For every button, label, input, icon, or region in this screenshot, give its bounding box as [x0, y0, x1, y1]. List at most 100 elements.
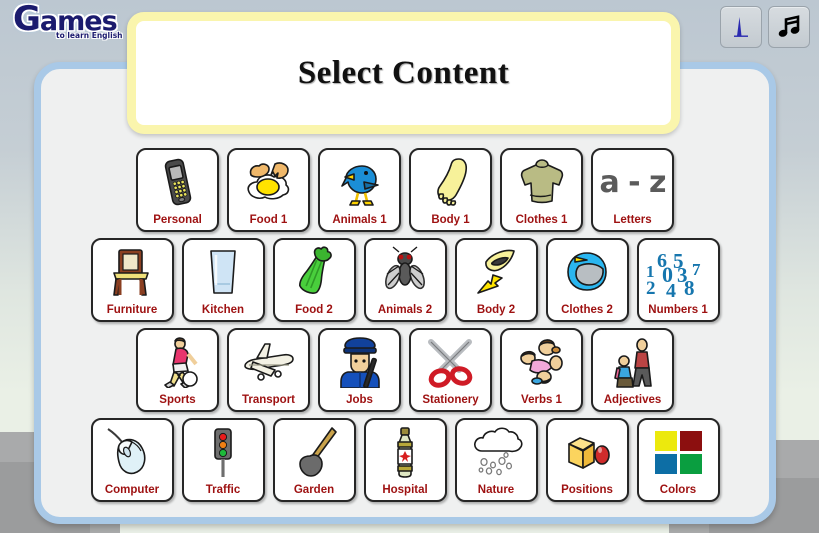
- tile-label: Body 1: [431, 214, 470, 226]
- tile-label: Transport: [241, 394, 296, 406]
- color-swatch: [679, 453, 702, 474]
- tile-label: Stationery: [422, 394, 479, 406]
- soccer-player-icon: [163, 337, 198, 388]
- chair-icon: [113, 249, 149, 296]
- medicine-bottle-icon: [397, 427, 413, 478]
- category-tile-adjectives[interactable]: Adjectives: [591, 328, 674, 412]
- category-tile-jobs[interactable]: Jobs: [318, 328, 401, 412]
- category-tile-colors[interactable]: Colors: [636, 418, 720, 502]
- category-tile-hospital[interactable]: Hospital: [363, 418, 447, 502]
- title-banner: Select Content: [127, 12, 680, 134]
- category-row: Sports Transport Jobs Stationery Verbs 1 Adje…: [136, 328, 674, 412]
- category-tile-stationery[interactable]: Stationery: [409, 328, 492, 412]
- tile-label: Traffic: [205, 484, 241, 496]
- tile-label: Body 2: [476, 304, 516, 316]
- tile-label: Food 1: [249, 214, 288, 226]
- digit-glyph: 2: [646, 278, 656, 299]
- category-tile-food-1[interactable]: Food 1: [227, 148, 310, 232]
- music-note-icon: [778, 15, 800, 37]
- category-tile-nature[interactable]: Nature: [454, 418, 538, 502]
- category-tile-body-2[interactable]: Body 2: [454, 238, 538, 322]
- category-tile-animals-1[interactable]: Animals 1: [318, 148, 401, 232]
- category-tile-traffic[interactable]: Traffic: [181, 418, 265, 502]
- tile-label: Verbs 1: [521, 394, 562, 406]
- category-tile-clothes-1[interactable]: Clothes 1: [500, 148, 583, 232]
- tile-artwork: [502, 330, 581, 394]
- tile-label: Kitchen: [201, 304, 245, 316]
- color-swatch: [654, 453, 677, 474]
- two-people-icon: [613, 338, 652, 388]
- category-tile-garden[interactable]: Garden: [272, 418, 356, 502]
- mobile-phone-icon: [164, 158, 191, 206]
- policeman-icon: [339, 337, 380, 388]
- category-row: Furniture Kitchen Food 2 Animals 2 Body 2 Clo…: [90, 238, 720, 322]
- tile-label: Clothes 1: [515, 214, 568, 226]
- drinking-glass-icon: [210, 250, 236, 294]
- tile-label: Garden: [293, 484, 335, 496]
- tile-label: Positions: [561, 484, 613, 496]
- category-tile-positions[interactable]: Positions: [545, 418, 629, 502]
- fried-egg-icon: [246, 162, 289, 200]
- tile-label: Jobs: [346, 394, 373, 406]
- tile-artwork: [229, 330, 308, 394]
- tile-label: Numbers 1: [648, 304, 708, 316]
- category-tile-kitchen[interactable]: Kitchen: [181, 238, 265, 322]
- tile-artwork: [320, 330, 399, 394]
- fly-insect-icon: [385, 246, 425, 290]
- category-tile-sports[interactable]: Sports: [136, 328, 219, 412]
- tile-label: Nature: [477, 484, 515, 496]
- cube-sphere-icon: [568, 437, 610, 469]
- computer-mouse-icon: [107, 428, 146, 475]
- tile-label: Food 2: [295, 304, 333, 316]
- page-title: Select Content: [297, 54, 510, 91]
- a-z-text-icon: a - z: [599, 164, 666, 200]
- scissors-icon: [427, 339, 472, 388]
- spade-icon: [299, 427, 337, 477]
- traffic-light-icon: [214, 428, 232, 477]
- category-tile-numbers-1[interactable]: 1 6 5 7 2 0 3 4 8 Numbers 1: [636, 238, 720, 322]
- tile-artwork: [138, 330, 217, 394]
- tile-artwork: [93, 240, 172, 304]
- tile-artwork: [411, 150, 490, 214]
- tile-artwork: [275, 240, 354, 304]
- category-tile-personal[interactable]: Personal: [136, 148, 219, 232]
- digits-icon: 165720348: [646, 248, 710, 302]
- tile-artwork: [548, 420, 627, 484]
- tile-label: Animals 1: [332, 214, 387, 226]
- tile-artwork: [320, 150, 399, 214]
- category-tile-animals-2[interactable]: Animals 2: [363, 238, 447, 322]
- tile-artwork: [138, 150, 217, 214]
- category-tile-clothes-2[interactable]: Clothes 2: [545, 238, 629, 322]
- tile-label: Adjectives: [603, 394, 662, 406]
- category-tile-transport[interactable]: Transport: [227, 328, 310, 412]
- tile-artwork: [184, 240, 263, 304]
- airplane-icon: [243, 343, 294, 381]
- tile-artwork: [229, 150, 308, 214]
- tile-artwork: [184, 420, 263, 484]
- logo-tagline: to learn English: [56, 31, 123, 40]
- sound-level-icon: [734, 17, 748, 37]
- tile-label: Computer: [104, 484, 160, 496]
- category-tile-computer[interactable]: Computer: [90, 418, 174, 502]
- sound-level-button[interactable]: [720, 6, 762, 48]
- tile-label: Personal: [153, 214, 202, 226]
- tile-artwork: [457, 420, 536, 484]
- eyebrow-arrow-icon: [477, 249, 515, 294]
- tile-artwork: [457, 240, 536, 304]
- category-tile-furniture[interactable]: Furniture: [90, 238, 174, 322]
- category-tile-food-2[interactable]: Food 2: [272, 238, 356, 322]
- tile-artwork: [593, 330, 672, 394]
- tile-label: Letters: [613, 214, 652, 226]
- color-swatch: [654, 430, 677, 451]
- tile-artwork: 165720348: [639, 240, 718, 304]
- foot-icon: [436, 158, 467, 206]
- site-logo[interactable]: Games to learn English: [13, 2, 123, 44]
- logo-letter-g: G: [13, 0, 41, 39]
- color-swatches-icon: [654, 430, 702, 474]
- category-tile-body-1[interactable]: Body 1: [409, 148, 492, 232]
- tile-artwork: [366, 420, 445, 484]
- tile-artwork: [411, 330, 490, 394]
- music-toggle-button[interactable]: [768, 6, 810, 48]
- category-tile-letters[interactable]: a - z Letters: [591, 148, 674, 232]
- category-tile-verbs-1[interactable]: Verbs 1: [500, 328, 583, 412]
